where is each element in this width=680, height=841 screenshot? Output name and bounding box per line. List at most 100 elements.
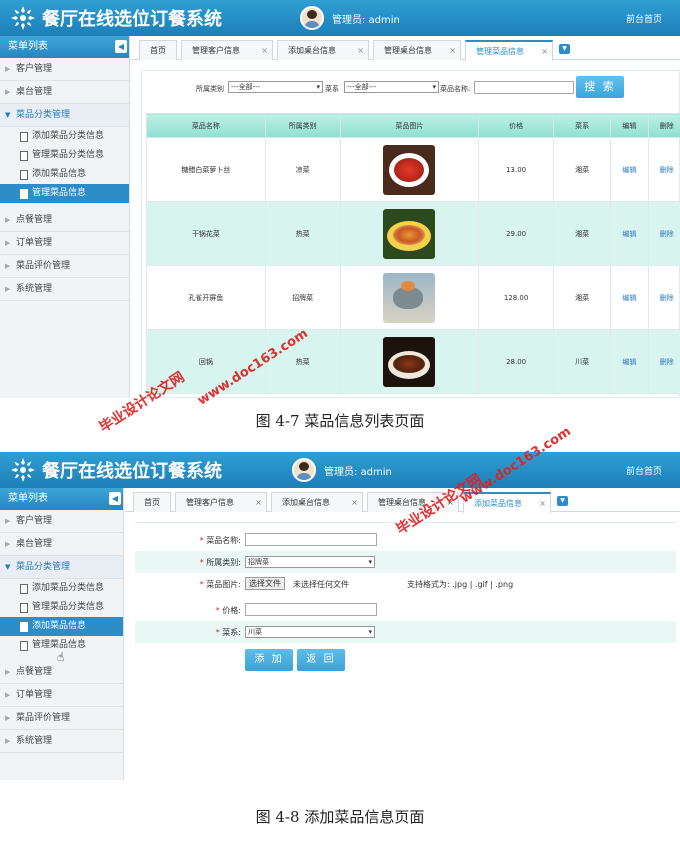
col-image: 菜品图片 [339,113,480,138]
sidebar-item-reviews[interactable]: ▶ 菜品评价管理 [0,255,129,278]
admin-info: 管理员: admin [292,458,392,482]
collapse-sidebar-icon[interactable]: ◀ [115,40,127,53]
tab-home[interactable]: 首页 [133,492,171,512]
sidebar-item-system[interactable]: ▶ 系统管理 [0,278,129,301]
add-button[interactable]: 添 加 [245,649,293,671]
app-title: 餐厅在线选位订餐系统 [42,461,222,482]
sidebar-item-customers[interactable]: ▶ 客户管理 [0,510,123,533]
tab-add-table[interactable]: 添加桌台信息 × [271,492,363,512]
tab-manage-customers[interactable]: 管理客户信息 × [181,40,273,60]
sidebar-item-ordering[interactable]: ▶ 点餐管理 [0,209,129,232]
dish-name-label: 菜品名称: [440,85,471,93]
tab-menu-dropdown-icon[interactable]: ▼ [557,496,568,506]
form-row-price: * 价格: [135,599,676,621]
cuisine-label: 菜系 [325,85,339,93]
front-page-link[interactable]: 前台首页 [626,464,662,477]
price-field[interactable] [245,603,377,616]
dish-image [383,144,436,195]
sidebar-item-dish-category[interactable]: ▼ 菜品分类管理 [0,104,129,127]
tab-manage-tables[interactable]: 管理桌台信息 × [373,40,461,60]
tab-menu-dropdown-icon[interactable]: ▼ [559,44,570,54]
dish-name-input[interactable] [474,81,574,94]
app-header: 餐厅在线选位订餐系统 管理员: admin 前台首页 [0,0,680,36]
tab-bar: 首页 管理客户信息 × 添加桌台信息 × 管理桌台信息 × 添加菜品信息 × ▼ [125,488,680,513]
document-icon [20,584,28,594]
delete-link[interactable]: 删除 [647,329,680,394]
snowflake-logo-icon [11,6,35,30]
dish-name-label: * 菜品名称: [199,536,241,545]
sidebar-item-orders[interactable]: ▶ 订单管理 [0,232,129,255]
delete-link[interactable]: 删除 [647,265,680,330]
dish-image [383,336,436,387]
category-label: 所属类别 [196,85,224,93]
avatar [292,458,316,482]
col-category: 所属类别 [264,113,341,138]
table-row: 干锅花菜 热菜 29.00 湘菜 编辑 删除 [146,201,680,266]
dish-image [383,272,436,323]
cuisine-label: * 菜系: [215,628,241,637]
cuisine-select[interactable]: 川菜 [245,626,375,638]
close-icon: × [541,47,548,56]
document-icon [20,189,28,199]
back-button[interactable]: 返 回 [297,649,345,671]
figure-caption-2: 图 4-8 添加菜品信息页面 [255,808,425,826]
category-select[interactable]: ---全部--- [228,81,323,93]
sidebar-item-dish-category[interactable]: ▼ 菜品分类管理 [0,556,123,579]
dish-name-field[interactable] [245,533,377,546]
supported-formats: 支持格式为: .jpg | .gif | .png [407,580,514,589]
edit-link[interactable]: 编辑 [610,329,649,394]
sidebar-item-ordering[interactable]: ▶ 点餐管理 [0,661,123,684]
category-select[interactable]: 招牌菜 [245,556,375,568]
tab-home[interactable]: 首页 [139,40,177,60]
form-row-actions: 添 加 返 回 [135,645,676,675]
sidebar-sub-add-category[interactable]: 添加菜品分类信息 [0,127,129,146]
admin-info: 管理员: admin [300,6,400,30]
sidebar-sub-manage-category[interactable]: 管理菜品分类信息 [0,598,123,617]
sidebar-item-orders[interactable]: ▶ 订单管理 [0,684,123,707]
tab-add-table[interactable]: 添加桌台信息 × [277,40,369,60]
col-edit: 编辑 [610,113,649,138]
table-row: 孔雀开屏鱼 招牌菜 128.00 湘菜 编辑 删除 [146,265,680,330]
sidebar-item-tables[interactable]: ▶ 桌台管理 [0,81,129,104]
delete-link[interactable]: 删除 [647,137,680,202]
front-page-link[interactable]: 前台首页 [626,12,662,25]
col-price: 价格 [478,113,554,138]
sidebar-menu: ▶ 客户管理 ▶ 桌台管理 ▼ 菜品分类管理 添加菜品分类信息 管理菜品分类信息 添加… [0,58,129,301]
sidebar-item-system[interactable]: ▶ 系统管理 [0,730,123,753]
collapse-sidebar-icon[interactable]: ◀ [109,492,121,505]
table-row: 糖醋白菜萝卜丝 凉菜 13.00 湘菜 编辑 删除 [146,137,680,202]
tab-manage-dishes[interactable]: 管理菜品信息 × [465,40,553,61]
sidebar-item-tables[interactable]: ▶ 桌台管理 [0,533,123,556]
form-row-category: * 所属类别: 招牌菜 [135,551,676,573]
choose-file-button[interactable]: 选择文件 [245,577,285,590]
search-bar: 所属类别 ---全部--- 菜系 ---全部--- 菜品名称: 搜 索 [142,71,679,111]
sidebar-sub-add-dish[interactable]: 添加菜品信息 [0,165,129,184]
sidebar: 菜单列表 ◀ ▶ 客户管理 ▶ 桌台管理 ▼ 菜品分类管理 添加菜品分类信息 管理菜品… [0,488,124,780]
edit-link[interactable]: 编辑 [610,201,649,266]
admin-label: 管理员: admin [332,14,400,26]
form-row-cuisine: * 菜系: 川菜 [135,621,676,643]
edit-link[interactable]: 编辑 [610,137,649,202]
delete-link[interactable]: 删除 [647,201,680,266]
dish-list-screenshot: 餐厅在线选位订餐系统 管理员: admin 前台首页 菜单列表 ◀ ▶ 客户管理 … [0,0,680,398]
tab-manage-customers[interactable]: 管理客户信息 × [175,492,267,512]
search-button[interactable]: 搜 索 [576,76,624,98]
cuisine-select[interactable]: ---全部--- [344,81,439,93]
close-icon: × [261,46,268,55]
app-title: 餐厅在线选位订餐系统 [42,9,222,30]
close-icon: × [449,46,456,55]
sidebar-title: 菜单列表 ◀ [0,36,129,58]
edit-link[interactable]: 编辑 [610,265,649,330]
sidebar-item-customers[interactable]: ▶ 客户管理 [0,58,129,81]
app-logo: 餐厅在线选位订餐系统 [10,457,222,483]
sidebar-sub-manage-dish[interactable]: 管理菜品信息 [0,184,129,203]
close-icon: × [357,46,364,55]
sidebar-sub-manage-category[interactable]: 管理菜品分类信息 [0,146,129,165]
document-icon [20,170,28,180]
sidebar-item-reviews[interactable]: ▶ 菜品评价管理 [0,707,123,730]
document-icon [20,641,28,651]
sidebar-sub-add-dish[interactable]: 添加菜品信息 [0,617,123,636]
category-label: * 所属类别: [199,558,241,567]
app-header: 餐厅在线选位订餐系统 管理员: admin 前台首页 [0,452,680,488]
sidebar-sub-add-category[interactable]: 添加菜品分类信息 [0,579,123,598]
